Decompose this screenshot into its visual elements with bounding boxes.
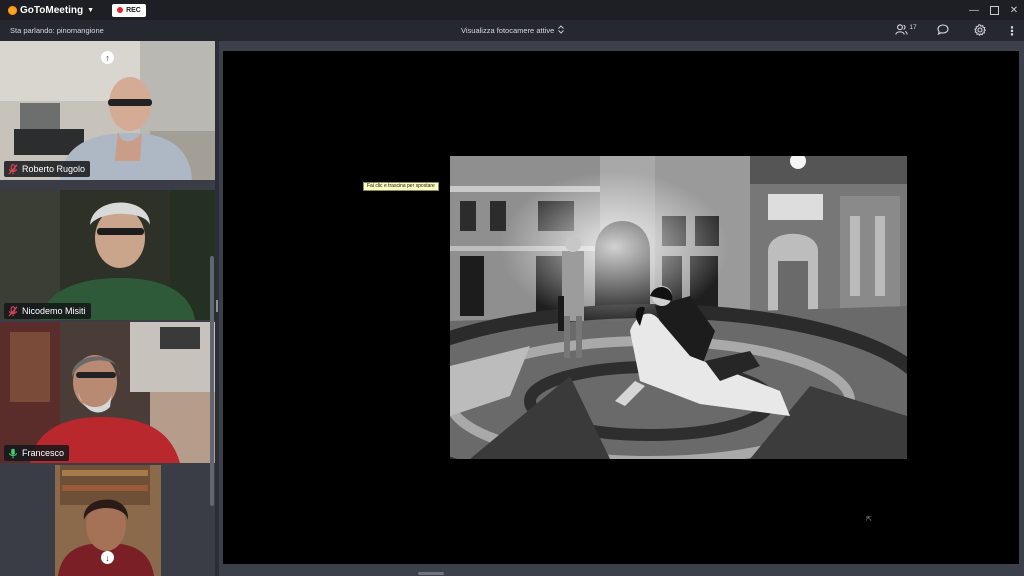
mic-muted-icon (7, 163, 19, 175)
meeting-toolbar: Sta parlando: pinomangione Visualizza fo… (0, 20, 1024, 41)
app-menu[interactable]: GoToMeeting ▼ (8, 5, 94, 16)
mouse-cursor-icon: ⇱ (866, 516, 872, 523)
participant-name-tag: Nicodemo Misiti (4, 303, 91, 319)
active-speaker-text: Sta parlando: pinomangione (10, 26, 104, 35)
more-icon: ⋮ (1006, 23, 1018, 38)
participant-video (0, 190, 215, 320)
participant-tile[interactable]: ↑ Roberto Rugolo (0, 41, 215, 180)
chat-button[interactable] (926, 20, 960, 41)
sidebar-scrollbar[interactable] (210, 256, 214, 506)
scroll-up-button[interactable]: ↑ (101, 51, 114, 64)
mic-muted-icon (7, 305, 19, 317)
scroll-down-button[interactable]: ↓ (101, 551, 114, 564)
drag-tooltip: Fai clic e trascina per spostare (363, 182, 439, 191)
attendee-count: 17 (909, 24, 917, 31)
rec-label: REC (126, 6, 141, 14)
participant-name: Francesco (22, 448, 65, 458)
more-options-button[interactable]: ⋮ (1000, 20, 1024, 41)
gotomeeting-logo-icon (8, 5, 17, 15)
minimize-icon[interactable]: — (964, 0, 984, 20)
arrow-down-icon: ↓ (105, 552, 110, 563)
recording-button[interactable]: REC (112, 3, 146, 17)
participant-name-tag: Francesco (4, 445, 70, 461)
stage-scrollbar[interactable] (418, 572, 444, 575)
gear-icon (974, 23, 987, 38)
participant-name: Roberto Rugolo (22, 164, 86, 174)
participant-tile[interactable]: ↓ (0, 465, 215, 576)
settings-button[interactable] (960, 20, 1000, 41)
attendees-button[interactable]: 17 (886, 20, 926, 41)
app-name: GoToMeeting (20, 4, 84, 16)
participant-tile[interactable]: Nicodemo Misiti (0, 190, 215, 320)
splitter-grip-icon[interactable] (216, 300, 218, 312)
mic-active-icon (7, 447, 19, 459)
gallery-photo-image (450, 156, 907, 459)
record-dot-icon (117, 7, 124, 13)
participant-name-tag: Roberto Rugolo (4, 161, 91, 177)
shared-photo (450, 156, 907, 459)
camera-view-label: Visualizza fotocamere attive (461, 26, 555, 35)
chat-icon (937, 24, 949, 37)
arrow-up-icon: ↑ (105, 52, 110, 63)
chevron-down-icon: ▼ (87, 6, 95, 14)
participant-tile[interactable]: Francesco (0, 322, 215, 463)
participant-name: Nicodemo Misiti (22, 306, 86, 316)
participant-video (0, 322, 215, 463)
close-icon[interactable]: ✕ (1004, 0, 1024, 20)
maximize-icon[interactable] (984, 0, 1004, 20)
chevron-updown-icon (558, 25, 565, 36)
participants-sidebar: ↑ Roberto Rugolo Nicodemo Misiti Frances… (0, 41, 215, 576)
title-bar: GoToMeeting ▼ REC — ✕ (0, 0, 1024, 20)
camera-view-select[interactable]: Visualizza fotocamere attive (461, 25, 565, 36)
people-icon (895, 24, 909, 37)
